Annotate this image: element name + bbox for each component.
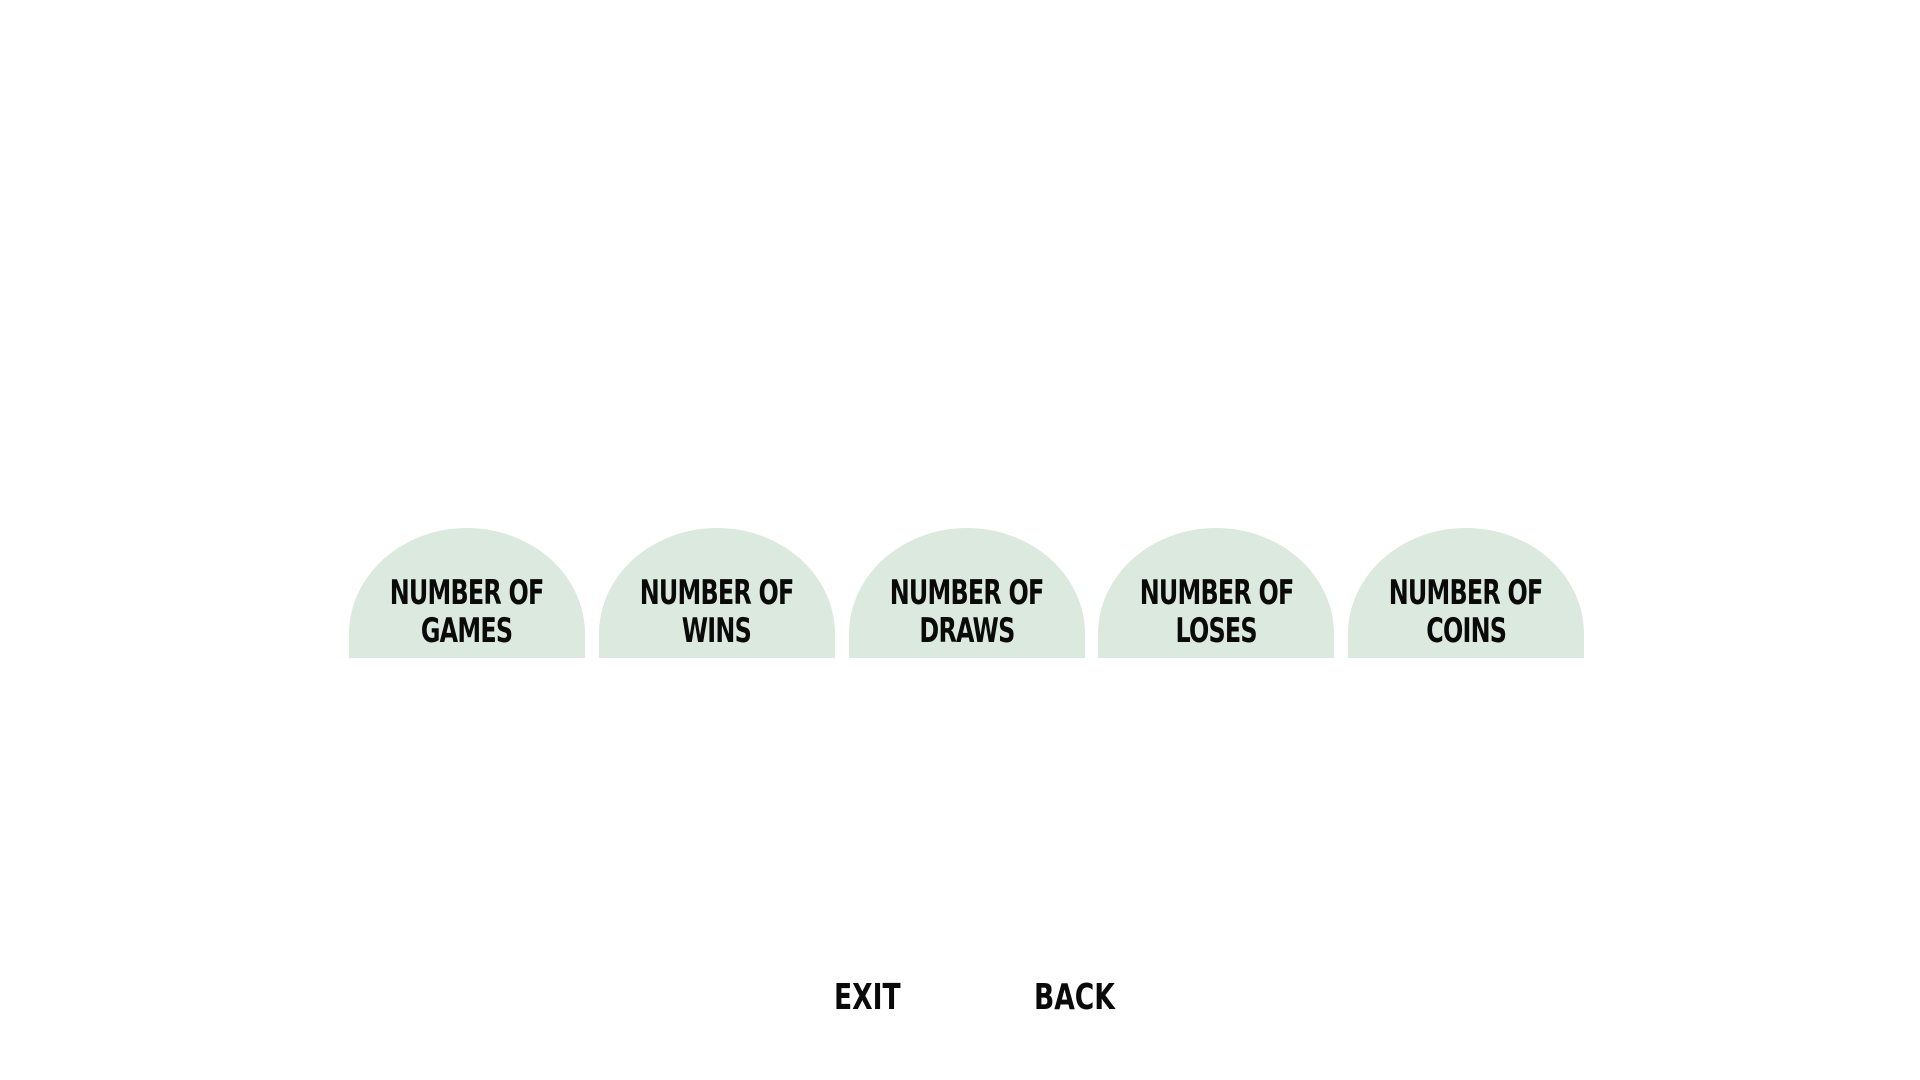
stat-loses: NUMBER OF LOSES [1098, 528, 1335, 658]
stat-label-line1: NUMBER OF [1389, 573, 1544, 613]
stat-label-line1: NUMBER OF [390, 573, 545, 613]
stats-screen: NUMBER OF GAMES NUMBER OF WINS NUMBER OF… [0, 0, 1920, 1080]
stat-label-line2: LOSES [1175, 611, 1258, 651]
stat-games: NUMBER OF GAMES [349, 528, 585, 658]
stat-label-line2: COINS [1426, 611, 1507, 651]
stat-draws: NUMBER OF DRAWS [848, 528, 1085, 658]
stat-wins: NUMBER OF WINS [598, 528, 835, 658]
stat-label-line1: NUMBER OF [1139, 573, 1294, 613]
stat-label-line2: WINS [682, 611, 752, 651]
stats-row: NUMBER OF GAMES NUMBER OF WINS NUMBER OF… [349, 528, 1584, 658]
stat-label-line2: GAMES [421, 611, 513, 651]
stat-label-line2: DRAWS [918, 611, 1015, 651]
stat-label-line1: NUMBER OF [889, 573, 1045, 613]
stat-coins: NUMBER OF COINS [1348, 528, 1584, 658]
exit-button[interactable]: EXIT [834, 978, 901, 1018]
back-button[interactable]: BACK [1034, 978, 1115, 1018]
stat-label-line1: NUMBER OF [639, 573, 795, 613]
